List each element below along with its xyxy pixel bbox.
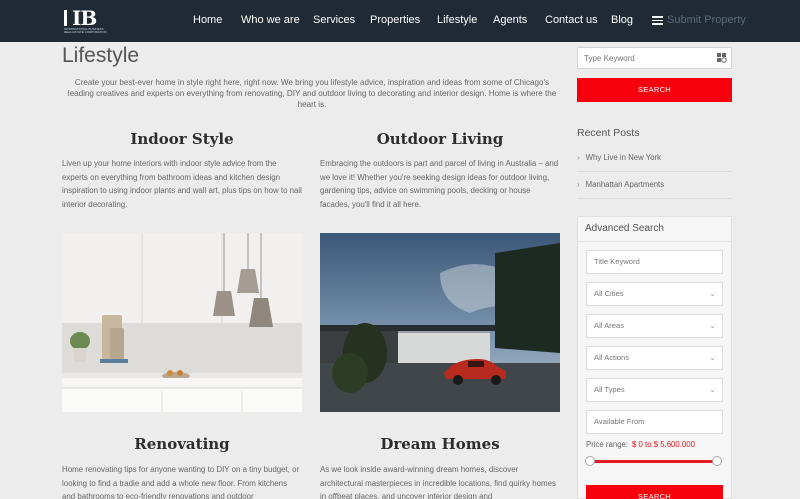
chevron-down-icon: ⌄ [709, 321, 716, 330]
divider [578, 241, 731, 242]
chevron-down-icon: ⌄ [709, 289, 716, 298]
card-text-renovating: Home renovating tips for anyone wanting … [62, 465, 300, 499]
actions-select[interactable]: All Actions ⌄ [586, 346, 723, 370]
price-range-caption: Price range: [586, 440, 629, 449]
card-text-outdoor-living: Embracing the outdoors is part and parce… [320, 159, 559, 209]
areas-select-value: All Areas [594, 321, 624, 330]
divider [577, 171, 732, 172]
nav-item-agents[interactable]: Agents [493, 14, 527, 27]
card-text-dream-homes: As we look inside award-winning dream ho… [320, 465, 556, 499]
advanced-search-heading: Advanced Search [585, 223, 664, 234]
logo-bar [64, 10, 67, 26]
cities-select-value: All Cities [594, 289, 624, 298]
card-title-indoor-style[interactable]: Indoor Style [62, 130, 302, 148]
grid-search-icon[interactable] [717, 53, 727, 63]
nav-item-blog[interactable]: Blog [611, 14, 633, 27]
logo-tagline: INTERNATIONAL BUSINESS REAL ESTATE CORPO… [64, 27, 107, 34]
available-from-input[interactable]: Available From [586, 410, 723, 434]
actions-select-value: All Actions [594, 353, 630, 362]
chevron-right-icon: › [577, 153, 580, 162]
nav-item-services[interactable]: Services [313, 14, 355, 27]
submit-property-link[interactable]: Submit Property [667, 14, 746, 27]
chevron-down-icon: ⌄ [709, 385, 716, 394]
card-title-outdoor-living[interactable]: Outdoor Living [320, 130, 560, 148]
cities-select[interactable]: All Cities ⌄ [586, 282, 723, 306]
logo-mark: IB [72, 6, 97, 30]
top-navbar: IB INTERNATIONAL BUSINESS REAL ESTATE CO… [0, 0, 800, 42]
card-title-renovating[interactable]: Renovating [62, 435, 302, 453]
divider [577, 198, 732, 199]
card-text-indoor-style: Liven up your home interiors with indoor… [62, 159, 302, 209]
indoor-style-image[interactable] [62, 233, 302, 412]
nav-item-who-we-are[interactable]: Who we are [241, 14, 300, 27]
title-keyword-input[interactable]: Title Keyword [586, 250, 723, 274]
recent-post-item[interactable]: › Manhattan Apartments [577, 180, 732, 189]
advanced-search-button[interactable]: SEARCH [586, 485, 723, 499]
recent-post-item[interactable]: › Why Live in New York [577, 153, 732, 162]
nav-item-home[interactable]: Home [193, 14, 222, 27]
price-range-label: Price range: $ 0 to $ 5.600.000 [586, 440, 695, 449]
page-intro: Create your best-ever home in style righ… [67, 78, 557, 109]
hamburger-icon[interactable] [652, 16, 663, 25]
areas-select[interactable]: All Areas ⌄ [586, 314, 723, 338]
nav-item-lifestyle[interactable]: Lifestyle [437, 14, 477, 27]
recent-posts-heading: Recent Posts [577, 127, 640, 139]
chevron-down-icon: ⌄ [709, 353, 716, 362]
price-range-max-handle[interactable] [712, 456, 722, 466]
price-range-slider-track[interactable] [590, 460, 718, 463]
page-title: Lifestyle [62, 44, 140, 67]
nav-item-properties[interactable]: Properties [370, 14, 420, 27]
site-logo[interactable]: IB INTERNATIONAL BUSINESS REAL ESTATE CO… [62, 8, 110, 36]
types-select[interactable]: All Types ⌄ [586, 378, 723, 402]
price-range-min-handle[interactable] [585, 456, 595, 466]
outdoor-living-image[interactable] [320, 233, 560, 412]
types-select-value: All Types [594, 385, 625, 394]
card-title-dream-homes[interactable]: Dream Homes [320, 435, 560, 453]
sidebar-search-button[interactable]: SEARCH [577, 78, 732, 102]
recent-post-label[interactable]: Manhattan Apartments [586, 180, 664, 189]
keyword-search-box [577, 47, 732, 69]
recent-post-label[interactable]: Why Live in New York [586, 153, 661, 162]
nav-item-contact-us[interactable]: Contact us [545, 14, 598, 27]
keyword-search-input[interactable] [578, 48, 708, 69]
price-range-value: $ 0 to $ 5.600.000 [632, 440, 695, 449]
chevron-right-icon: › [577, 180, 580, 189]
